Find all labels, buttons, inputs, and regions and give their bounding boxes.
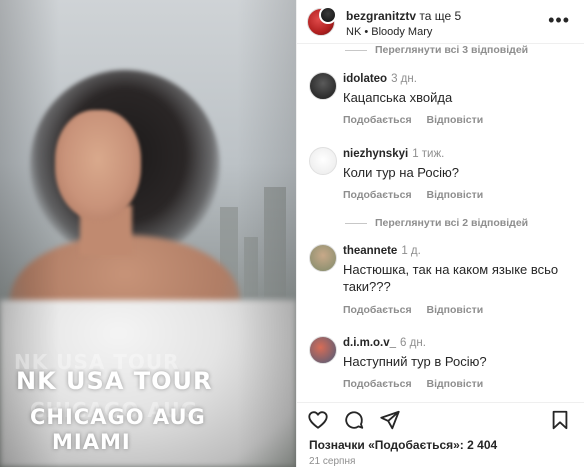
view-replies-label: Переглянути всі 2 відповідей bbox=[375, 217, 529, 229]
post-date: 21 серпня bbox=[309, 456, 356, 467]
comment-text: Настюшка, так на каком языке всьо таки??… bbox=[343, 262, 559, 294]
reply-comment-button[interactable]: Відповісти bbox=[427, 114, 484, 126]
author-username[interactable]: bezgranitztv bbox=[346, 9, 416, 23]
action-icons bbox=[307, 409, 401, 431]
coauthors-link[interactable]: та ще 5 bbox=[419, 9, 461, 23]
comment-text: Наступний тур в Росію? bbox=[343, 354, 487, 369]
comment-time: 1 тиж. bbox=[412, 148, 445, 160]
comment-username-text[interactable]: niezhynskyi bbox=[343, 148, 408, 160]
reply-comment-button[interactable]: Відповісти bbox=[427, 378, 484, 390]
view-replies-button[interactable]: Переглянути всі 3 відповідей bbox=[345, 44, 528, 56]
comment-actions: Подобається Відповісти bbox=[343, 189, 495, 201]
comment-item: idolateo 3 дн. Кацапська хвойда Подобаєть… bbox=[297, 72, 584, 132]
likes-count[interactable]: Позначки «Подобається»: 2 404 bbox=[309, 438, 497, 452]
overlay-line-2: CHICAGO AUG bbox=[30, 405, 206, 429]
comment-username-text[interactable]: idolateo bbox=[343, 73, 387, 85]
comment-text: Коли тур на Росію? bbox=[343, 165, 459, 180]
like-comment-button[interactable]: Подобається bbox=[343, 189, 412, 201]
like-comment-button[interactable]: Подобається bbox=[343, 114, 412, 126]
comment-username[interactable]: d.i.m.o.v_ 6 дн. bbox=[343, 337, 426, 349]
comment-actions: Подобається Відповісти bbox=[343, 114, 495, 126]
replies-divider bbox=[345, 49, 367, 51]
comment-item: niezhynskyi 1 тиж. Коли тур на Росію? Под… bbox=[297, 147, 584, 207]
comment-avatar[interactable] bbox=[309, 244, 337, 272]
comment-username[interactable]: theannete 1 д. bbox=[343, 245, 421, 257]
comment-item: theannete 1 д. Настюшка, так на каком язы… bbox=[297, 244, 584, 324]
comment-icon[interactable] bbox=[343, 409, 365, 431]
overlay-line-3: MIAMI bbox=[52, 430, 131, 454]
heart-icon[interactable] bbox=[307, 409, 329, 431]
comment-actions: Подобається Відповісти bbox=[343, 304, 495, 316]
share-icon[interactable] bbox=[379, 409, 401, 431]
post-details-panel: bezgranitztv та ще 5 NK • Bloody Mary ••… bbox=[296, 0, 584, 467]
comment-username-text[interactable]: theannete bbox=[343, 245, 397, 257]
like-comment-button[interactable]: Подобається bbox=[343, 378, 412, 390]
comment-time: 1 д. bbox=[401, 245, 421, 257]
comment-actions: Подобається Відповісти bbox=[343, 378, 495, 390]
audio-subtitle[interactable]: NK • Bloody Mary bbox=[346, 26, 432, 38]
comment-text: Кацапська хвойда bbox=[343, 90, 453, 105]
overlay-line-1: NK USA TOUR bbox=[16, 367, 213, 395]
like-comment-button[interactable]: Подобається bbox=[343, 304, 412, 316]
bookmark-button[interactable] bbox=[549, 409, 571, 436]
comment-avatar[interactable] bbox=[309, 336, 337, 364]
comment-username-text[interactable]: d.i.m.o.v_ bbox=[343, 337, 396, 349]
reply-comment-button[interactable]: Відповісти bbox=[427, 189, 484, 201]
tour-overlay-text: NK USA TOUR CHICAGO AUG MIAMI bbox=[16, 368, 286, 454]
post-media[interactable]: NK USA TOUR CHICAGO AUG NK USA TOUR CHIC… bbox=[0, 0, 296, 467]
more-horizontal-icon[interactable]: ••• bbox=[548, 10, 570, 31]
author-line: bezgranitztv та ще 5 bbox=[346, 9, 461, 23]
comment-item: d.i.m.o.v_ 6 дн. Наступний тур в Росію? П… bbox=[297, 336, 584, 396]
comment-time: 6 дн. bbox=[400, 337, 426, 349]
comment-username[interactable]: niezhynskyi 1 тиж. bbox=[343, 148, 444, 160]
bookmark-icon[interactable] bbox=[549, 409, 571, 431]
comment-time: 3 дн. bbox=[391, 73, 417, 85]
comments-list[interactable]: Переглянути всі 3 відповідей idolateo 3 д… bbox=[297, 44, 584, 402]
reply-comment-button[interactable]: Відповісти bbox=[427, 304, 484, 316]
view-replies-button[interactable]: Переглянути всі 2 відповідей bbox=[345, 217, 528, 229]
comment-avatar[interactable] bbox=[309, 147, 337, 175]
post-footer: Позначки «Подобається»: 2 404 21 серпня bbox=[297, 402, 584, 467]
post-header: bezgranitztv та ще 5 NK • Bloody Mary ••… bbox=[297, 0, 584, 44]
comment-username[interactable]: idolateo 3 дн. bbox=[343, 73, 417, 85]
comment-avatar[interactable] bbox=[309, 72, 337, 100]
view-replies-label: Переглянути всі 3 відповідей bbox=[375, 44, 529, 56]
replies-divider bbox=[345, 222, 367, 224]
coauthor-avatar[interactable] bbox=[319, 6, 337, 24]
